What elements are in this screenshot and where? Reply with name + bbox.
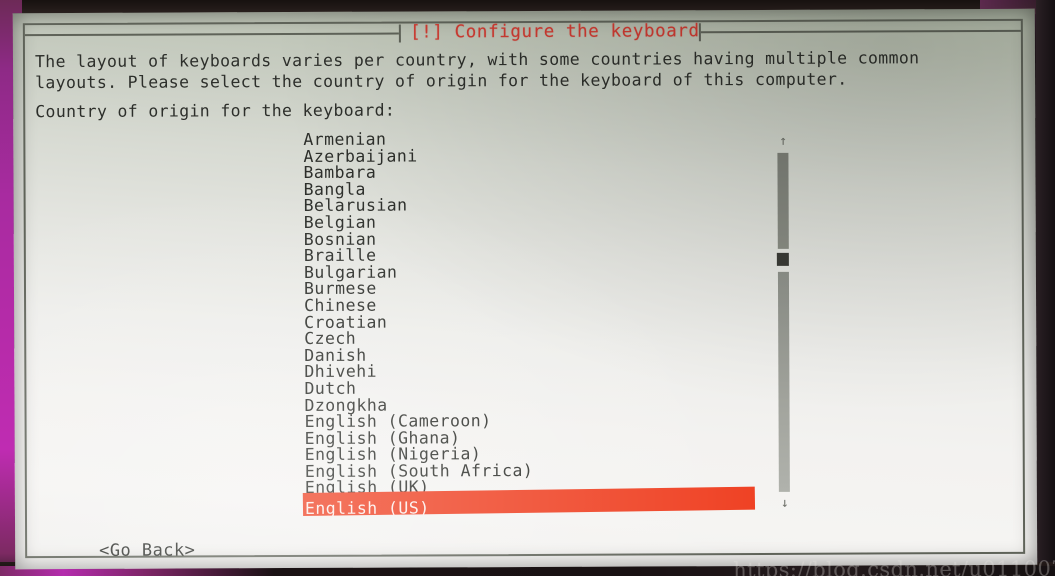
monitor-bezel-right: [1036, 0, 1055, 576]
scrollbar-track-lower[interactable]: [777, 271, 790, 492]
list-item-selected[interactable]: English (US): [305, 498, 430, 518]
scroll-down-arrow-icon[interactable]: ↓: [777, 496, 793, 511]
list-scrollbar[interactable]: ↑ ↓: [765, 130, 801, 515]
list-item[interactable]: Croatian: [302, 312, 752, 331]
description-text: The layout of keyboards varies per count…: [35, 47, 1015, 93]
description-line-1: The layout of keyboards varies per count…: [34, 48, 920, 72]
go-back-button[interactable]: <Go Back>: [99, 540, 195, 560]
description-line-2: layouts. Please select the country of or…: [35, 69, 848, 93]
titlebar-rule-right: [700, 29, 1021, 34]
photographed-screen: [!] Configure the keyboard The layout of…: [0, 0, 1055, 576]
scrollbar-thumb[interactable]: [776, 252, 789, 266]
dialog-content: [!] Configure the keyboard The layout of…: [13, 9, 1037, 569]
list-item[interactable]: Bambara: [301, 163, 751, 182]
country-list[interactable]: Armenian Azerbaijani Bambara Bangla Belarusi…: [301, 130, 753, 498]
installer-screen: [!] Configure the keyboard The layout of…: [12, 8, 1055, 576]
country-prompt-label: Country of origin for the keyboard:: [35, 100, 396, 122]
scroll-up-arrow-icon[interactable]: ↑: [775, 134, 791, 149]
dialog-titlebar: [!] Configure the keyboard: [24, 19, 1021, 45]
list-item[interactable]: Czech: [302, 329, 752, 348]
titlebar-rule-left: [24, 32, 399, 37]
page-title: [!] Configure the keyboard: [410, 21, 700, 43]
titlebar-bracket-left: [398, 24, 401, 43]
list-item[interactable]: Dhivehi: [302, 362, 752, 381]
scrollbar-track-upper[interactable]: [777, 152, 789, 249]
